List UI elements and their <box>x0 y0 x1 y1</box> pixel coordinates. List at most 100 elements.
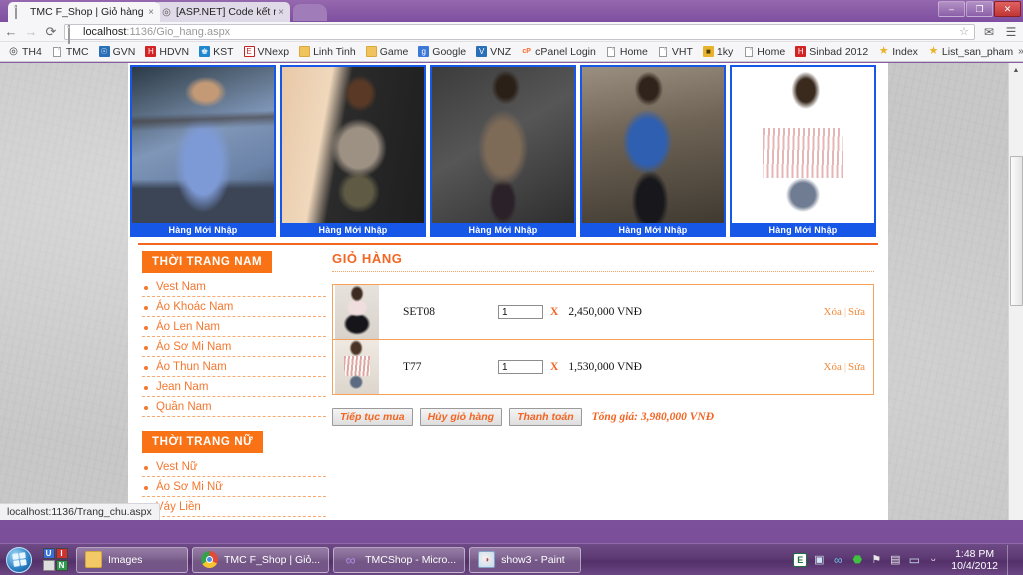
shield-icon[interactable]: ⬣ <box>850 553 864 567</box>
back-icon[interactable]: ← <box>4 25 18 38</box>
spiral-icon: ◎ <box>162 6 171 18</box>
close-button[interactable]: ✕ <box>994 1 1021 17</box>
banner-image[interactable] <box>580 65 726 223</box>
sidebar-item-vest-nu[interactable]: Vest Nữ <box>142 457 326 477</box>
edit-link[interactable]: Sửa <box>848 306 865 318</box>
checkout-button[interactable]: Thanh toán <box>509 408 582 426</box>
taskbar-item-chrome[interactable]: TMC F_Shop | Giỏ... <box>192 546 330 573</box>
clock[interactable]: 1:48 PM 10/4/2012 <box>945 548 998 572</box>
address-bar[interactable]: localhost:1136/Gio_hang.aspx ☆ <box>64 23 975 44</box>
unikey-i: I <box>55 548 68 559</box>
excel-icon[interactable]: E <box>793 552 808 567</box>
show-desktop-button[interactable] <box>1007 544 1017 575</box>
sidebar-item-vest-nam[interactable]: Vest Nam <box>142 277 326 297</box>
banner-caption: Hàng Mới Nhập <box>280 223 426 237</box>
banner-image[interactable] <box>430 65 576 223</box>
bookmark-google[interactable]: g Google <box>413 46 471 58</box>
new-tab-button[interactable] <box>293 4 327 21</box>
bookmark-label: TMC <box>65 45 89 58</box>
quantity-input[interactable]: 1 <box>498 360 543 374</box>
close-icon[interactable]: × <box>276 7 286 18</box>
volume-muted-icon[interactable]: ᵕ <box>926 553 940 567</box>
page-icon <box>606 46 617 57</box>
taskbar-item-visual-studio[interactable]: ∞ TMCShop - Micro... <box>333 546 466 573</box>
bookmark-linh-tinh[interactable]: Linh Tinh <box>294 46 361 58</box>
menu-icon[interactable]: ☰ <box>1003 25 1019 39</box>
category-heading[interactable]: THỜI TRANG NAM <box>142 251 273 273</box>
bookmark-hdvn[interactable]: H HDVN <box>140 46 194 58</box>
quantity-input[interactable]: 1 <box>498 305 543 319</box>
star-icon[interactable]: ☆ <box>959 25 971 38</box>
flag-icon[interactable]: ⚑ <box>869 553 883 567</box>
blue-v-icon: V <box>476 46 488 57</box>
bookmark-list-san-pham[interactable]: ★ List_san_pham <box>923 46 1018 58</box>
banner-image[interactable] <box>130 65 276 223</box>
browser-tab-1[interactable]: ◎ [ASP.NET] Code kết nối vớ × <box>154 2 290 22</box>
bookmark-index[interactable]: ★ Index <box>873 46 923 58</box>
vertical-scrollbar[interactable]: ▲ <box>1008 63 1023 520</box>
banner-item[interactable]: Hàng Mới Nhập <box>730 65 876 237</box>
network-icon[interactable]: ▣ <box>812 553 826 567</box>
banner-item[interactable]: Hàng Mới Nhập <box>280 65 426 237</box>
bookmark-th4[interactable]: ◎ TH4 <box>3 46 47 58</box>
clear-cart-button[interactable]: Hủy giỏ hàng <box>419 408 503 426</box>
bookmark-tmc[interactable]: TMC <box>47 46 94 58</box>
clock-time: 1:48 PM <box>955 547 995 560</box>
sidebar-item-ao-thun-nam[interactable]: Áo Thun Nam <box>142 357 326 377</box>
banner-image[interactable] <box>730 65 876 223</box>
banner-item[interactable]: Hàng Mới Nhập <box>130 65 276 237</box>
sidebar-item-ao-so-mi-nam[interactable]: Áo Sơ Mi Nam <box>142 337 326 357</box>
start-button[interactable] <box>0 545 38 575</box>
bookmark-label: Game <box>379 45 409 58</box>
bookmarks-overflow-button[interactable]: » <box>1018 46 1023 57</box>
category-heading[interactable]: THỜI TRANG NỮ <box>142 431 264 453</box>
banner-item[interactable]: Hàng Mới Nhập <box>430 65 576 237</box>
taskbar-item-images[interactable]: Images <box>76 546 188 573</box>
sidebar-item-vay-lien[interactable]: Váy Liền <box>142 497 326 517</box>
bookmark-vnz[interactable]: V VNZ <box>471 46 516 58</box>
link-icon[interactable]: ∞ <box>831 553 845 567</box>
scrollbar-thumb[interactable] <box>1010 156 1023 306</box>
unikey-tray-icon[interactable]: U I N <box>38 545 72 575</box>
bookmark-sinbad-2012[interactable]: H Sinbad 2012 <box>790 46 873 58</box>
continue-shopping-button[interactable]: Tiếp tục mua <box>332 408 413 426</box>
bookmark-home-1[interactable]: Home <box>601 46 653 58</box>
bookmark-1ky[interactable]: ■ 1ky <box>698 46 738 58</box>
banner-item[interactable]: Hàng Mới Nhập <box>580 65 726 237</box>
sidebar-item-ao-len-nam[interactable]: Áo Len Nam <box>142 317 326 337</box>
forward-icon[interactable]: → <box>24 25 38 38</box>
edit-link[interactable]: Sửa <box>848 361 865 373</box>
page-title: GIỎ HÀNG <box>332 251 403 266</box>
bookmark-kst[interactable]: ♚ KST <box>194 46 238 58</box>
sidebar-item-quan-nam[interactable]: Quần Nam <box>142 397 326 417</box>
product-thumbnail[interactable] <box>335 285 379 339</box>
taskbar-item-paint[interactable]: ◑ show3 - Paint <box>469 546 582 573</box>
product-thumbnail[interactable] <box>335 340 379 394</box>
delete-link[interactable]: Xóa <box>824 361 842 373</box>
banner-image[interactable] <box>280 65 426 223</box>
bookmark-gvn[interactable]: ☉ GVN <box>94 46 141 58</box>
tab-strip: TMC F_Shop | Giỏ hàng × ◎ [ASP.NET] Code… <box>0 0 1023 22</box>
bookmark-label: Home <box>757 45 786 58</box>
bookmark-game[interactable]: Game <box>361 46 414 58</box>
cart-total: Tổng giá: 3,980,000 VNĐ <box>591 411 715 423</box>
bookmark-cpanel-login[interactable]: cP cPanel Login <box>516 46 601 58</box>
monitor-icon[interactable]: ▭ <box>907 553 921 567</box>
bookmark-vht[interactable]: VHT <box>653 46 698 58</box>
minimize-button[interactable]: – <box>938 1 965 17</box>
sidebar-item-ao-len-nu[interactable]: Áo Len Nữ <box>142 517 326 520</box>
sidebar-item-ao-so-mi-nu[interactable]: Áo Sơ Mi Nữ <box>142 477 326 497</box>
clipboard-icon[interactable]: ▤ <box>888 553 902 567</box>
mail-icon[interactable]: ✉ <box>981 25 997 39</box>
reload-icon[interactable]: ⟳ <box>44 25 58 38</box>
sidebar-item-jean-nam[interactable]: Jean Nam <box>142 377 326 397</box>
close-icon[interactable]: × <box>146 7 156 18</box>
sidebar-item-ao-khoac-nam[interactable]: Áo Khoác Nam <box>142 297 326 317</box>
unikey-blank <box>42 560 55 571</box>
delete-link[interactable]: Xóa <box>824 306 842 318</box>
maximize-button[interactable]: ❐ <box>966 1 993 17</box>
bookmark-home-2[interactable]: Home <box>738 46 790 58</box>
scroll-up-icon[interactable]: ▲ <box>1009 63 1023 78</box>
bookmark-vnexp[interactable]: E VNexp <box>239 46 295 58</box>
browser-tab-0[interactable]: TMC F_Shop | Giỏ hàng × <box>8 2 160 22</box>
